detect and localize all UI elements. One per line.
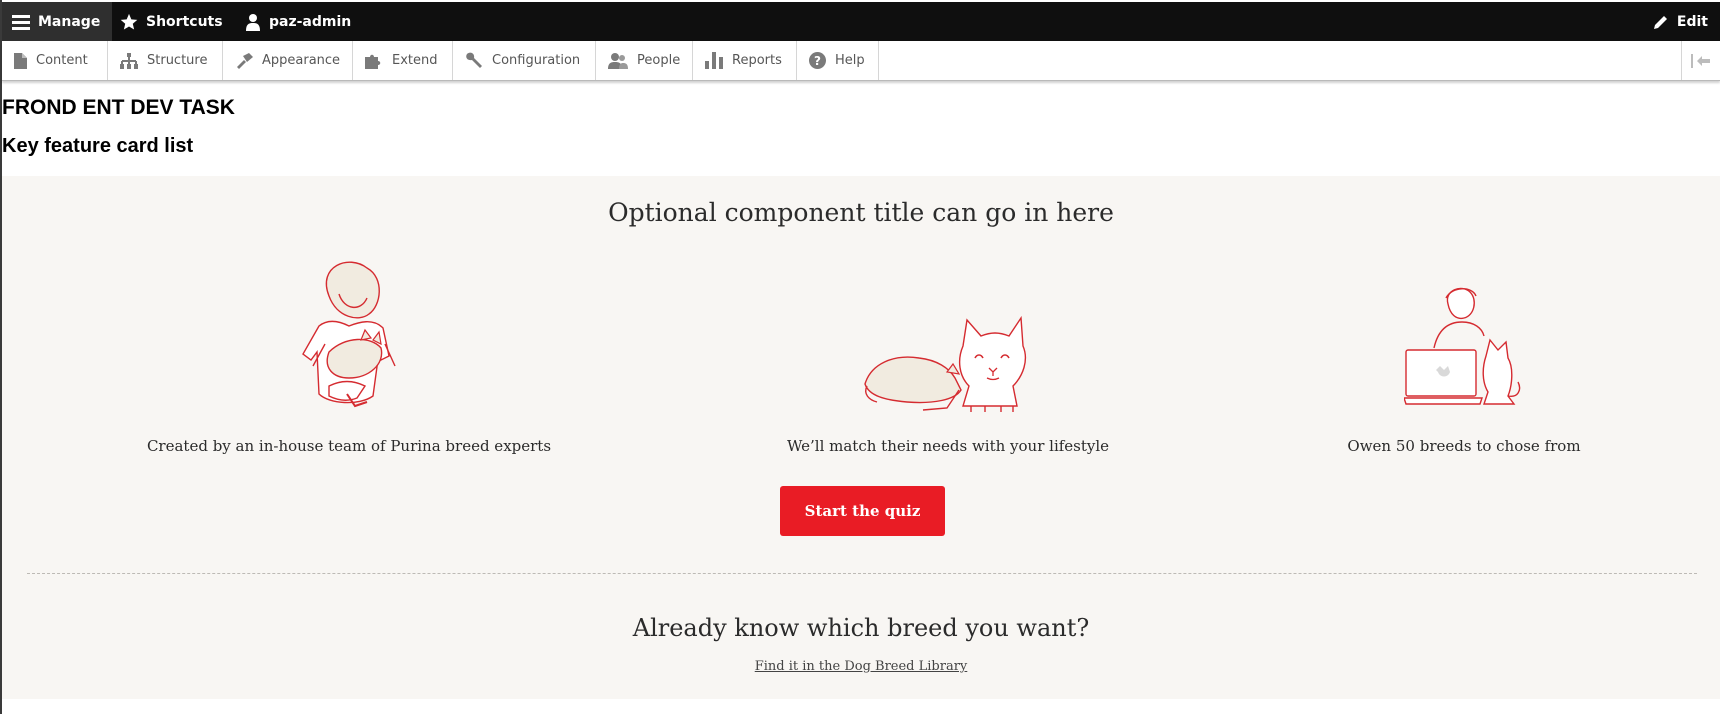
tray-item-content[interactable]: Content: [2, 41, 108, 80]
two-cats-illustration: [864, 316, 1027, 412]
admin-toolbar: Manage Shortcuts paz-admin Edit: [2, 2, 1720, 41]
tray-item-help[interactable]: ? Help: [797, 41, 879, 80]
start-quiz-button[interactable]: Start the quiz: [780, 486, 945, 536]
tray-item-label: Help: [835, 53, 865, 68]
tray-item-extend[interactable]: Extend: [353, 41, 453, 80]
breed-library-link[interactable]: Find it in the Dog Breed Library: [755, 659, 968, 674]
feature-card-text: We’ll match their needs with your lifest…: [786, 437, 1110, 455]
svg-text:?: ?: [814, 54, 821, 68]
question-icon: ?: [809, 52, 826, 69]
tray-item-people[interactable]: People: [596, 41, 693, 80]
tray-item-reports[interactable]: Reports: [693, 41, 797, 80]
tray-item-label: Configuration: [492, 53, 581, 68]
feature-card-text: Created by an in-house team of Purina br…: [146, 437, 552, 455]
feature-card-text: Owen 50 breeds to chose from: [1347, 437, 1581, 455]
user-button[interactable]: paz-admin: [245, 2, 351, 41]
admin-tray: Content Structure Appearance Extend Conf…: [2, 41, 1720, 81]
shortcuts-label: Shortcuts: [146, 13, 223, 30]
tray-item-label: Structure: [147, 53, 208, 68]
tray-orientation-toggle[interactable]: [1681, 41, 1720, 80]
edit-label: Edit: [1676, 13, 1708, 30]
person-holding-cat-illustration: [302, 261, 396, 408]
tray-item-label: People: [637, 53, 681, 68]
section-divider: [27, 573, 1697, 574]
wrench-icon: [466, 52, 482, 68]
tray-item-structure[interactable]: Structure: [108, 41, 223, 80]
file-icon: [14, 52, 27, 69]
breed-heading: Already know which breed you want?: [632, 614, 1090, 642]
edit-button[interactable]: Edit: [1653, 2, 1708, 41]
feature-card: We’ll match their needs with your lifest…: [688, 256, 1208, 455]
tray-item-appearance[interactable]: Appearance: [223, 41, 353, 80]
puzzle-icon: [365, 54, 381, 69]
manage-button[interactable]: Manage: [2, 2, 112, 41]
tray-item-label: Extend: [392, 53, 438, 68]
bar-chart-icon: [705, 52, 723, 69]
star-icon: [120, 13, 138, 30]
hamburger-icon: [12, 14, 30, 30]
person-laptop-cat-illustration: [1404, 287, 1521, 405]
tray-item-configuration[interactable]: Configuration: [453, 41, 596, 80]
tray-item-label: Appearance: [262, 53, 341, 68]
collapse-left-icon: [1691, 53, 1710, 68]
sitemap-icon: [120, 52, 138, 69]
block-title: Key feature card list: [2, 135, 194, 157]
feature-card: Owen 50 breeds to chose from: [1204, 256, 1720, 455]
component-title: Optional component title can go in here: [608, 198, 1114, 227]
pencil-icon: [1653, 15, 1667, 29]
manage-label: Manage: [38, 13, 101, 30]
feature-card: Created by an in-house team of Purina br…: [89, 256, 609, 455]
user-label: paz-admin: [269, 13, 352, 30]
shortcuts-button[interactable]: Shortcuts: [120, 2, 223, 41]
user-icon: [246, 13, 260, 31]
people-icon: [608, 52, 628, 69]
site-title: FROND ENT DEV TASK: [2, 96, 235, 119]
key-feature-component: Optional component title can go in here …: [2, 176, 1720, 699]
tray-item-label: Reports: [732, 53, 782, 68]
paintbrush-icon: [237, 52, 253, 69]
tray-item-label: Content: [36, 53, 88, 68]
